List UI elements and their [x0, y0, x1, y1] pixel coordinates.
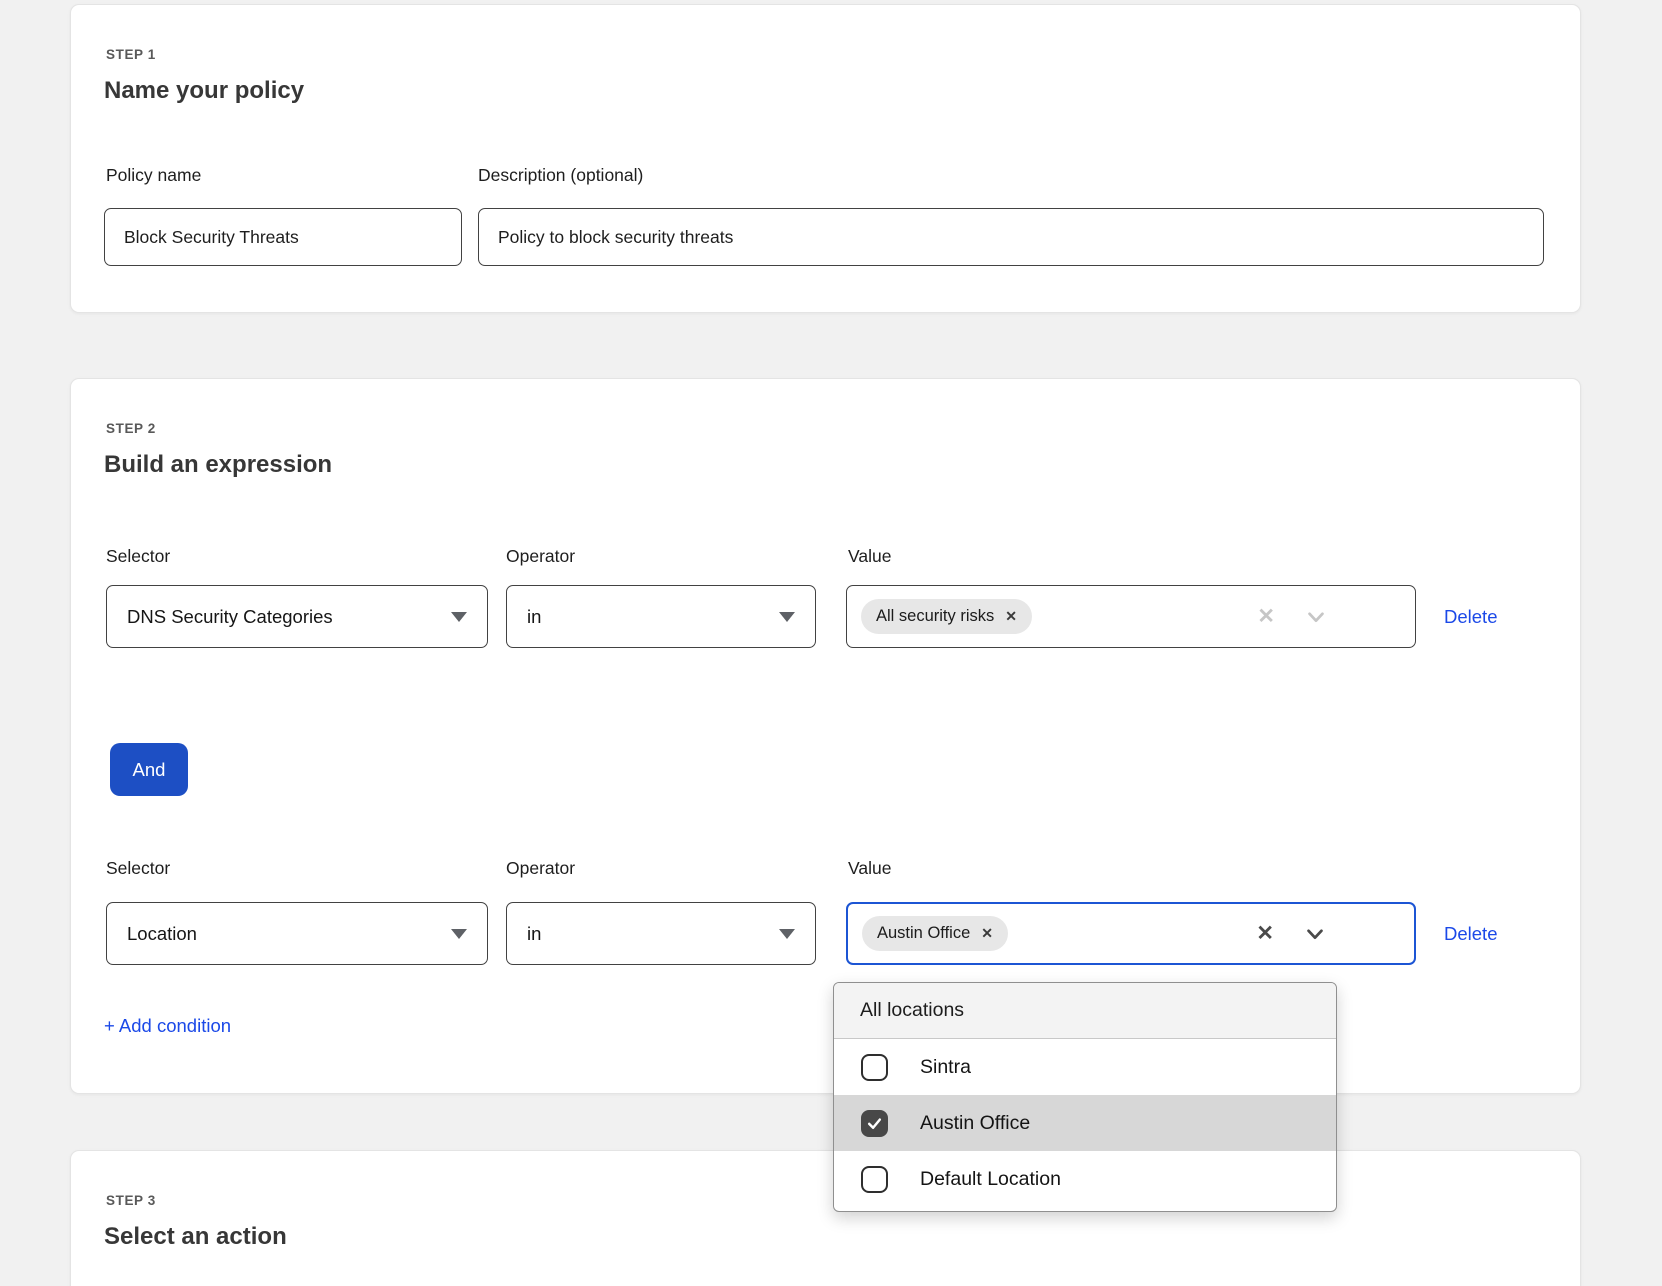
tag-remove-icon[interactable]: ✕ [981, 925, 993, 942]
operator-column-label: Operator [506, 858, 816, 879]
condition1-value-input[interactable]: All security risks ✕ ✕ [846, 585, 1416, 648]
tag-remove-icon[interactable]: ✕ [1005, 608, 1017, 625]
option-label: Austin Office [920, 1112, 1030, 1135]
add-condition-link[interactable]: + Add condition [104, 1015, 231, 1037]
description-input[interactable]: Policy to block security threats [478, 208, 1544, 266]
step3-card: STEP 3 Select an action [70, 1150, 1581, 1286]
step1-card: STEP 1 Name your policy Policy name Desc… [70, 4, 1581, 313]
step1-title: Name your policy [104, 77, 304, 105]
step3-title: Select an action [104, 1223, 287, 1251]
operator-column-label: Operator [506, 546, 816, 567]
value-tag: Austin Office ✕ [862, 916, 1008, 951]
step2-label: STEP 2 [106, 421, 156, 436]
caret-down-icon [779, 612, 795, 622]
caret-down-icon [779, 929, 795, 939]
condition1-operator-dropdown[interactable]: in [506, 585, 816, 648]
step3-label: STEP 3 [106, 1193, 156, 1208]
condition1-selector-value: DNS Security Categories [127, 606, 333, 628]
condition2-delete-button[interactable]: Delete [1444, 902, 1534, 965]
condition1-operator-value: in [527, 606, 541, 628]
locations-dropdown-menu: All locations Sintra Austin Office Defau… [833, 982, 1337, 1212]
value-column-label: Value [848, 546, 891, 567]
option-label: Default Location [920, 1168, 1061, 1191]
caret-down-icon [451, 929, 467, 939]
checkbox-checked-icon[interactable] [861, 1110, 888, 1137]
dropdown-option-austin-office[interactable]: Austin Office [834, 1095, 1336, 1151]
selector-column-label: Selector [106, 858, 488, 879]
condition1-delete-button[interactable]: Delete [1444, 585, 1534, 648]
clear-value-icon[interactable]: ✕ [1256, 921, 1274, 946]
policy-name-input[interactable]: Block Security Threats [104, 208, 462, 266]
option-label: Sintra [920, 1056, 971, 1079]
checkbox-unchecked-icon[interactable] [861, 1054, 888, 1081]
dropdown-option-sintra[interactable]: Sintra [834, 1039, 1336, 1095]
condition2-operator-value: in [527, 923, 541, 945]
checkbox-unchecked-icon[interactable] [861, 1166, 888, 1193]
condition2-operator-dropdown[interactable]: in [506, 902, 816, 965]
condition2-selector-value: Location [127, 923, 197, 945]
policy-name-label: Policy name [106, 165, 201, 186]
dropdown-option-default-location[interactable]: Default Location [834, 1151, 1336, 1207]
value-tag: All security risks ✕ [861, 599, 1032, 634]
step1-label: STEP 1 [106, 47, 156, 62]
caret-down-icon [451, 612, 467, 622]
value-tag-label: Austin Office [877, 924, 970, 943]
condition1-selector-dropdown[interactable]: DNS Security Categories [106, 585, 488, 648]
dropdown-option-all-locations[interactable]: All locations [834, 983, 1336, 1039]
chevron-down-icon[interactable] [1305, 606, 1327, 628]
value-column-label: Value [848, 858, 891, 879]
condition2-selector-dropdown[interactable]: Location [106, 902, 488, 965]
clear-value-icon[interactable]: ✕ [1257, 604, 1275, 629]
step2-title: Build an expression [104, 451, 332, 479]
value-tag-label: All security risks [876, 607, 994, 626]
selector-column-label: Selector [106, 546, 488, 567]
description-label: Description (optional) [478, 165, 643, 186]
chevron-down-icon[interactable] [1304, 923, 1326, 945]
description-value: Policy to block security threats [498, 227, 733, 248]
step2-card: STEP 2 Build an expression Selector Oper… [70, 378, 1581, 1094]
and-button[interactable]: And [110, 743, 188, 796]
policy-name-value: Block Security Threats [124, 227, 299, 248]
condition2-value-input[interactable]: Austin Office ✕ ✕ [846, 902, 1416, 965]
policy-builder-page: STEP 1 Name your policy Policy name Desc… [0, 0, 1662, 1286]
